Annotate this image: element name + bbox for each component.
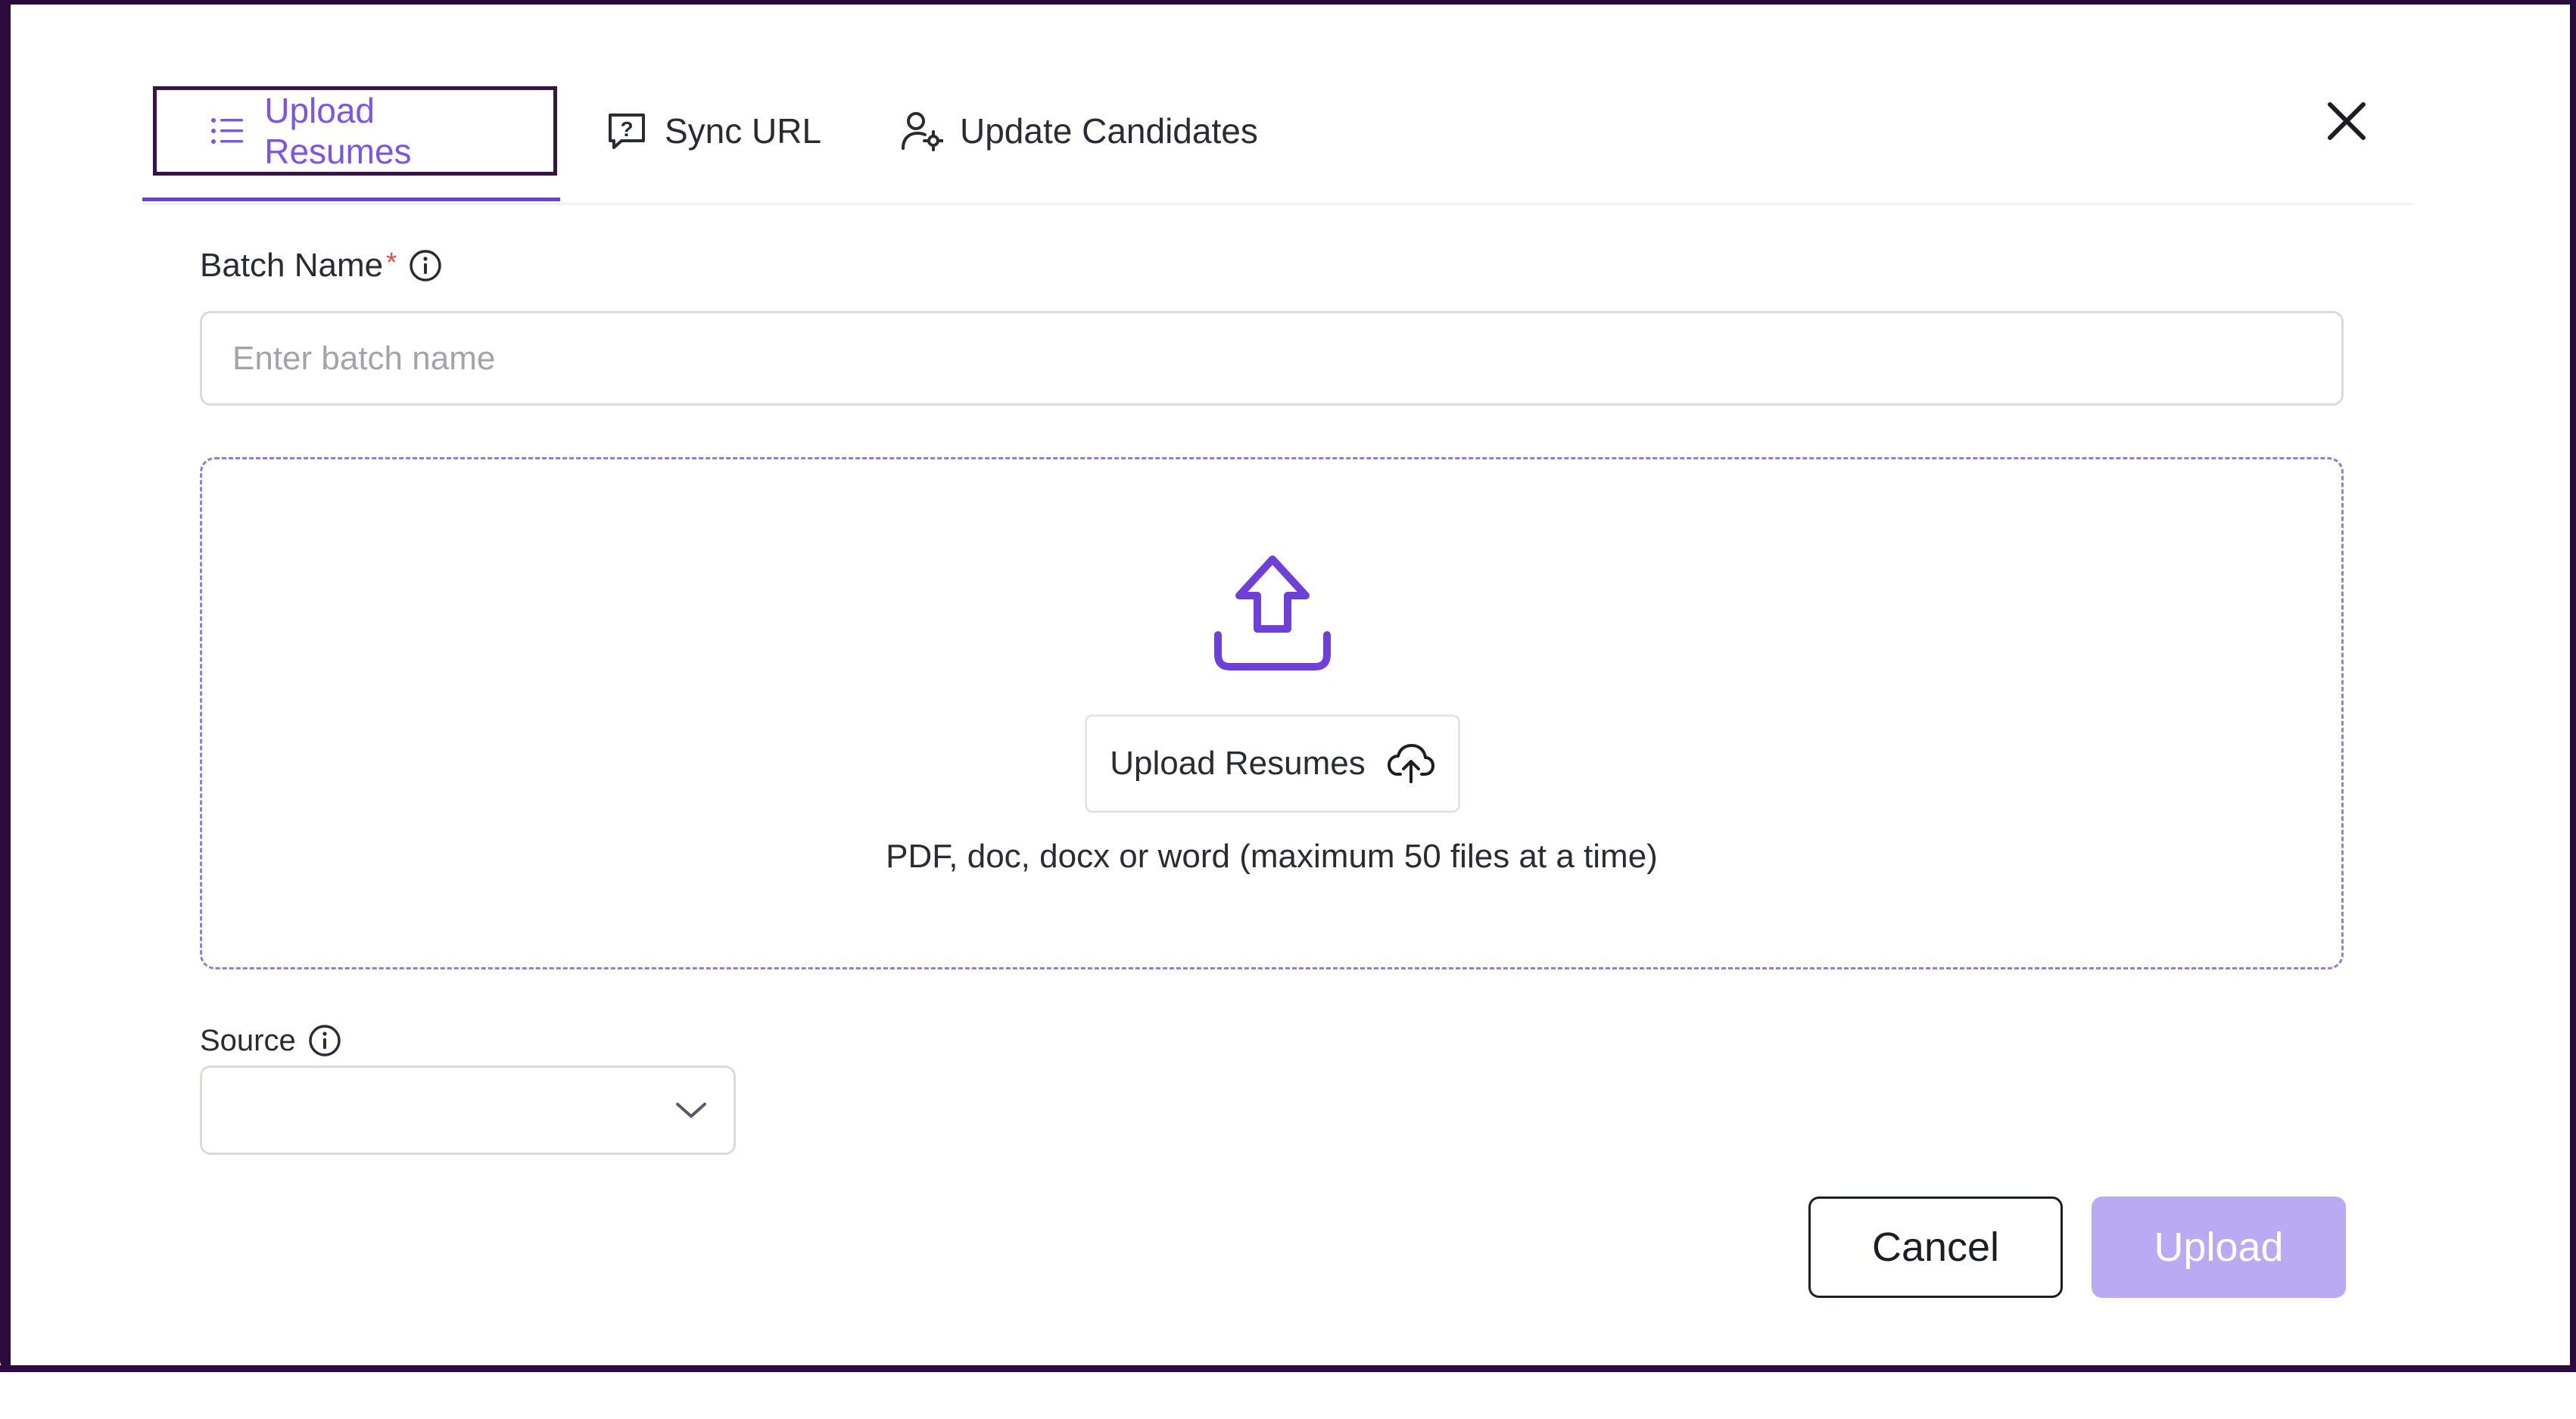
upload-resumes-button-label: Upload Resumes <box>1110 745 1366 782</box>
batch-name-input[interactable] <box>200 311 2344 406</box>
resume-dropzone[interactable]: Upload Resumes PDF, doc, docx or word (m… <box>200 457 2344 969</box>
window-frame-bottom <box>0 1365 2576 1372</box>
cloud-upload-icon <box>1387 741 1435 786</box>
info-icon[interactable] <box>307 1022 343 1059</box>
info-icon[interactable] <box>407 247 444 284</box>
file-type-hint: PDF, doc, docx or word (maximum 50 files… <box>886 838 1658 875</box>
batch-name-label-text: Batch Name <box>200 247 384 284</box>
upload-resumes-button[interactable]: Upload Resumes <box>1085 714 1460 813</box>
upload-button[interactable]: Upload <box>2092 1197 2346 1298</box>
window-frame-left <box>0 0 11 1371</box>
tab-label: Sync URL <box>665 111 822 151</box>
source-select[interactable] <box>200 1066 736 1155</box>
tab-sync-url[interactable]: ? Sync URL <box>606 86 821 176</box>
list-icon <box>207 110 248 152</box>
tab-label: Update Candidates <box>960 111 1258 151</box>
tab-update-candidates[interactable]: Update Candidates <box>901 86 1258 176</box>
batch-name-label: Batch Name * <box>200 247 444 285</box>
close-button[interactable] <box>2322 98 2371 147</box>
question-box-icon: ? <box>606 110 648 152</box>
cancel-button[interactable]: Cancel <box>1808 1197 2063 1298</box>
source-label: Source <box>200 1022 343 1059</box>
required-asterisk: * <box>386 247 397 278</box>
tab-bar: Upload Resumes ? Sync URL Update Candida… <box>142 80 2412 205</box>
upload-modal: Upload Resumes ? Sync URL Update Candida… <box>11 5 2570 1365</box>
tab-upload-resumes[interactable]: Upload Resumes <box>153 86 557 176</box>
close-icon <box>2325 100 2368 146</box>
svg-text:?: ? <box>620 117 633 141</box>
tab-label: Upload Resumes <box>264 91 412 171</box>
active-tab-underline <box>142 198 560 201</box>
upload-tray-icon <box>1210 553 1335 677</box>
page: Upload Resumes ? Sync URL Update Candida… <box>0 0 2576 1419</box>
user-gear-icon <box>901 110 943 152</box>
window-frame-right <box>2570 0 2576 1371</box>
chevron-down-icon <box>670 1089 712 1131</box>
source-label-text: Source <box>200 1023 296 1057</box>
